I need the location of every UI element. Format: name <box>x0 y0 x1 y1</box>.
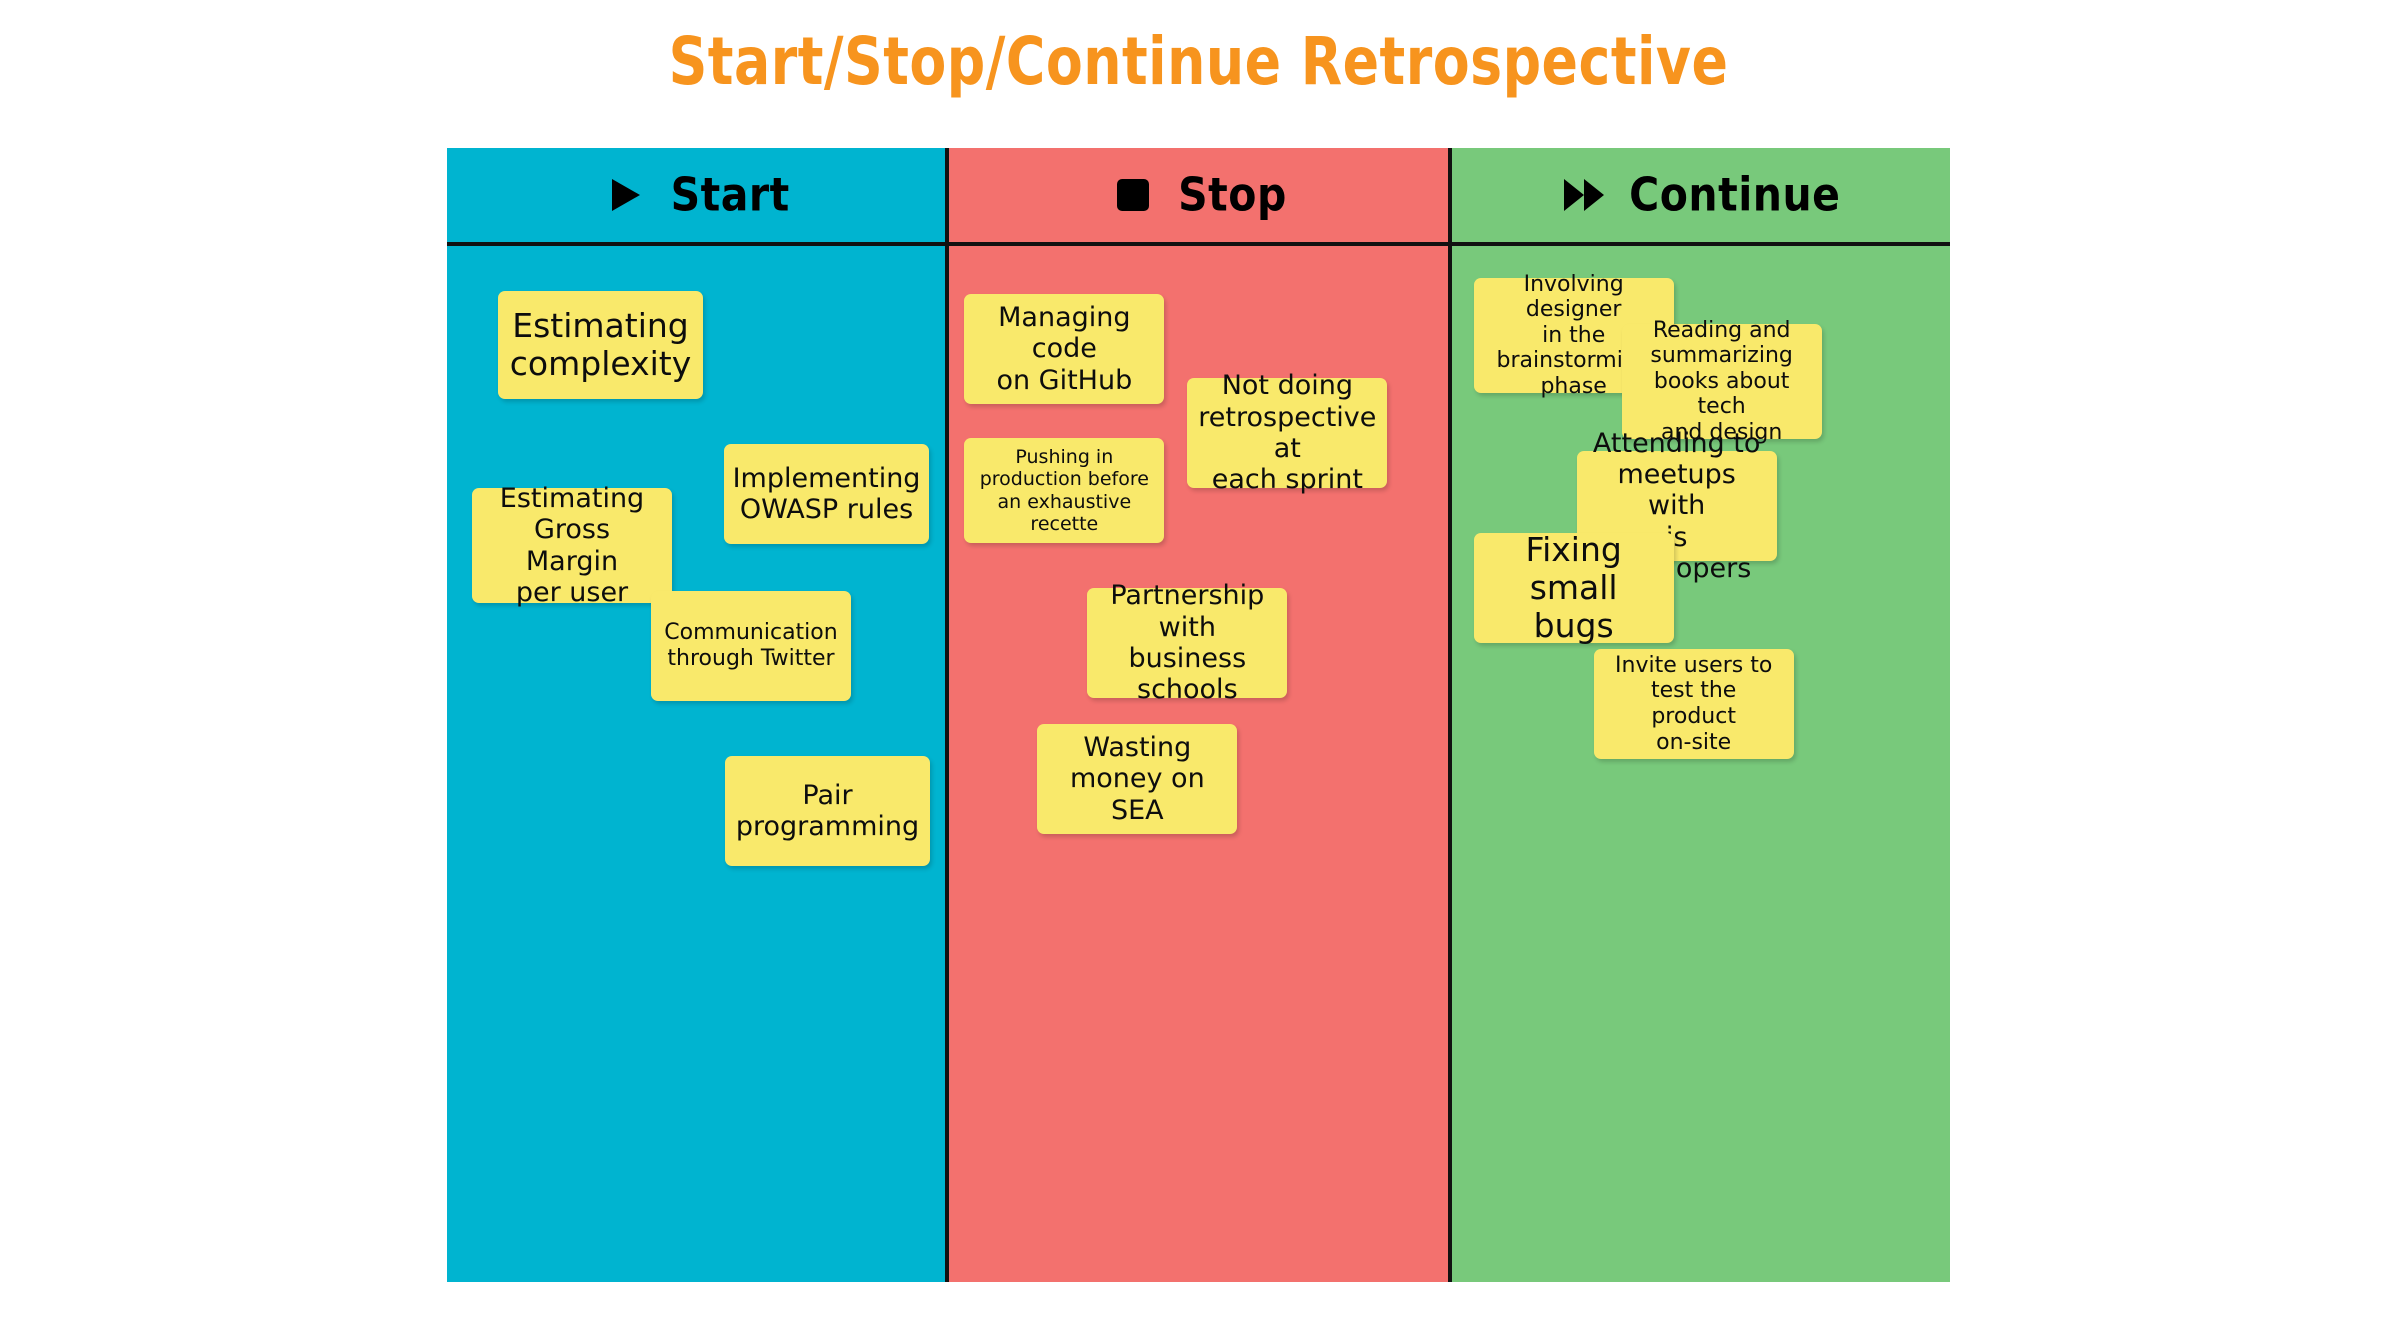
sticky-note[interactable]: Wasting money on SEA <box>1037 724 1238 834</box>
sticky-note-text: Not doing retrospective at each sprint <box>1198 370 1377 496</box>
sticky-note[interactable]: Not doing retrospective at each sprint <box>1187 370 1388 495</box>
page-title: Start/Stop/Continue Retrospective <box>668 24 1729 101</box>
column-title-continue: Continue <box>1629 168 1841 222</box>
sticky-note[interactable]: Partnership with business schools <box>1087 580 1288 705</box>
column-header-stop[interactable]: Stop <box>949 148 1448 246</box>
sticky-note-text: Estimating complexity <box>509 305 692 383</box>
sticky-note[interactable]: Estimating Gross Margin per user <box>472 483 672 608</box>
column-body-continue: Involving designer in the brainstorming … <box>1452 246 1950 1282</box>
sticky-note[interactable]: Pair programming <box>725 756 930 866</box>
play-icon <box>603 172 649 218</box>
sticky-note[interactable]: Managing code on GitHub <box>964 294 1165 404</box>
square-icon <box>1110 172 1156 218</box>
sticky-note[interactable]: Reading and summarizing books about tech… <box>1621 318 1822 445</box>
sticky-note-text: Estimating Gross Margin per user <box>499 482 645 608</box>
sticky-note-text: Pair programming <box>735 779 920 842</box>
column-stop: Stop Managing code on GitHub Not doing ret… <box>949 148 1452 1282</box>
column-start: Start Estimating complexity Implementing O… <box>447 148 950 1282</box>
sticky-note-text: Partnership with business schools <box>1110 580 1265 706</box>
sticky-note-text: Pushing in production before an exhausti… <box>979 446 1149 535</box>
sticky-note-text: Managing code on GitHub <box>996 302 1133 396</box>
sticky-note[interactable]: Implementing OWASP rules <box>724 444 929 544</box>
sticky-note-text: Fixing small bugs <box>1525 529 1622 646</box>
column-title-stop: Stop <box>1178 168 1287 222</box>
sticky-note[interactable]: Communication through Twitter <box>651 591 851 701</box>
sticky-note[interactable]: Invite users to test the product on-site <box>1593 649 1794 759</box>
sticky-note-text: Implementing OWASP rules <box>732 462 921 525</box>
sticky-note-text: Communication through Twitter <box>664 620 838 671</box>
sticky-note[interactable]: Pushing in production before an exhausti… <box>964 438 1165 543</box>
sticky-note-text: Wasting money on SEA <box>1069 732 1205 826</box>
column-continue: Continue Involving designer in the brains… <box>1451 148 1950 1282</box>
sticky-note-text: Reading and summarizing books about tech… <box>1650 317 1793 445</box>
column-body-stop: Managing code on GitHub Not doing retrosp… <box>949 246 1447 1282</box>
column-header-start[interactable]: Start <box>447 148 946 246</box>
sticky-note-text: Invite users to test the product on-site <box>1615 652 1773 755</box>
retrospective-board: Start Estimating complexity Implementing O… <box>447 148 1950 1282</box>
column-body-start: Estimating complexity Implementing OWASP … <box>447 246 945 1282</box>
column-title-start: Start <box>670 168 790 222</box>
sticky-note[interactable]: Fixing small bugs <box>1473 529 1674 646</box>
fast-forward-icon <box>1561 172 1607 218</box>
column-header-continue[interactable]: Continue <box>1451 148 1950 246</box>
sticky-note[interactable]: Estimating complexity <box>498 291 703 399</box>
